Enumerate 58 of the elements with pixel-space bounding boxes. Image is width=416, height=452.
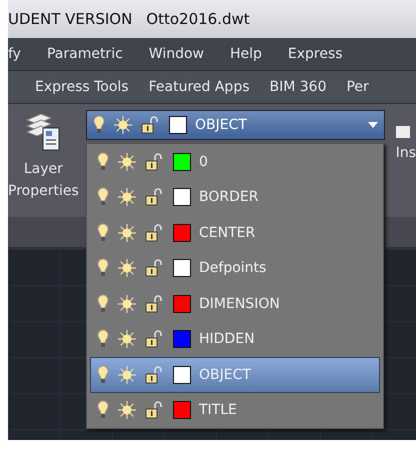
lightbulb-icon[interactable] xyxy=(93,115,105,135)
layer-row[interactable]: 0 xyxy=(90,144,380,180)
lightbulb-icon[interactable] xyxy=(97,152,109,172)
unlocked-padlock-icon[interactable] xyxy=(145,188,165,206)
menu-item[interactable]: Parametric xyxy=(46,46,123,62)
layer-row[interactable]: Defpoints xyxy=(90,250,380,286)
unlocked-padlock-icon[interactable] xyxy=(145,330,165,348)
layer-name: BORDER xyxy=(199,189,258,206)
layer-name: 0 xyxy=(199,154,208,170)
caret-icon xyxy=(368,122,378,128)
lightbulb-icon[interactable] xyxy=(97,294,109,314)
file-name: Otto2016.dwt xyxy=(146,10,250,28)
sun-icon[interactable] xyxy=(117,329,137,350)
ribbon-tab[interactable]: BIM 360 xyxy=(270,79,326,95)
unlocked-padlock-icon[interactable] xyxy=(145,294,165,313)
layer-row[interactable]: BORDER xyxy=(90,180,380,215)
lightbulb-icon[interactable] xyxy=(97,187,109,208)
layer-row[interactable]: DIMENSION xyxy=(90,286,380,322)
unlocked-padlock-icon[interactable] xyxy=(145,401,165,420)
layer-name: CENTER xyxy=(199,224,256,241)
lightbulb-icon[interactable] xyxy=(97,222,109,243)
layer-row[interactable]: TITLE xyxy=(90,392,380,428)
lightbulb-icon[interactable] xyxy=(97,364,109,385)
layer-properties-button[interactable]: Layer Properties xyxy=(8,104,79,217)
layer-name: OBJECT xyxy=(199,366,251,383)
product-title: UDENT VERSION xyxy=(8,10,132,28)
ribbon-tab[interactable]: Per xyxy=(346,79,369,95)
layer-dropdown[interactable]: OBJECT xyxy=(86,110,385,140)
unlocked-padlock-icon[interactable] xyxy=(145,366,165,384)
menu-item[interactable]: Help xyxy=(230,46,262,62)
layer-row[interactable]: HIDDEN xyxy=(90,322,380,357)
insert-block-icon xyxy=(396,126,410,138)
unlocked-padlock-icon[interactable] xyxy=(145,152,165,171)
lightbulb-icon[interactable] xyxy=(97,258,109,278)
unlocked-padlock-icon[interactable] xyxy=(145,224,165,242)
insert-button[interactable]: Ins xyxy=(394,104,416,217)
ribbon-tab[interactable]: Express Tools xyxy=(35,79,129,95)
lightbulb-icon[interactable] xyxy=(97,329,109,350)
sun-icon[interactable] xyxy=(117,364,137,385)
sun-icon[interactable] xyxy=(117,400,137,420)
sun-icon[interactable] xyxy=(117,222,137,243)
layer-name: Defpoints xyxy=(199,260,266,276)
sun-icon[interactable] xyxy=(117,187,137,208)
menu-item[interactable]: Window xyxy=(148,46,204,62)
ribbon-tab[interactable]: Featured Apps xyxy=(148,79,250,95)
layer-name: DIMENSION xyxy=(199,296,280,312)
unlocked-padlock-icon[interactable] xyxy=(145,259,165,278)
layer-name: TITLE xyxy=(199,402,237,418)
menu-item[interactable]: fy xyxy=(8,46,21,62)
layer-row[interactable]: CENTER xyxy=(90,215,380,250)
sun-icon[interactable] xyxy=(117,258,137,278)
sun-icon[interactable] xyxy=(117,294,137,314)
unlocked-padlock-icon[interactable] xyxy=(141,116,161,134)
layer-name: HIDDEN xyxy=(199,331,255,348)
sun-icon[interactable] xyxy=(113,115,133,135)
sun-icon[interactable] xyxy=(117,152,137,172)
menu-item[interactable]: Express xyxy=(288,46,343,62)
lightbulb-icon[interactable] xyxy=(97,400,109,420)
